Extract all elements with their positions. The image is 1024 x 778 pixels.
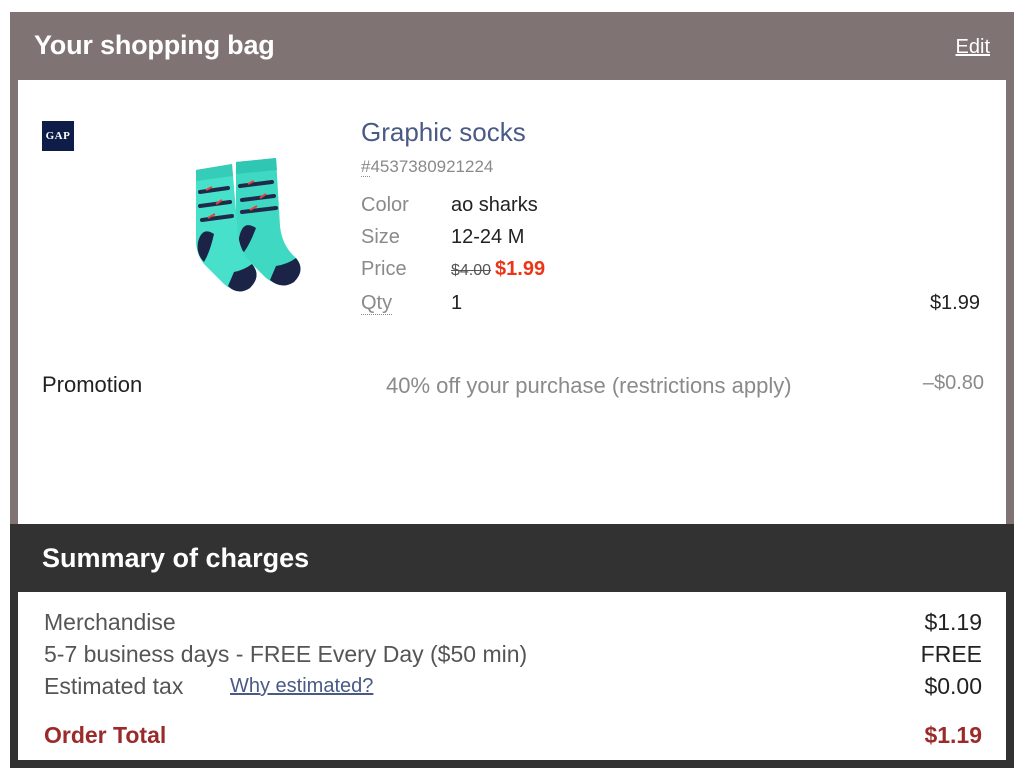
price-value: $4.00 $1.99: [451, 258, 545, 281]
order-total-value: $1.19: [924, 722, 982, 748]
promotion-description: 40% off your purchase (restrictions appl…: [386, 373, 792, 398]
qty-label-wrap: Qty: [361, 292, 393, 315]
bag-item-card: GAP Graphic socks #4537380921224 Color a…: [18, 80, 1006, 524]
gap-logo: GAP: [42, 121, 74, 151]
summary-body: Merchandise $1.19 5-7 business days - FR…: [18, 592, 1006, 760]
why-estimated-link[interactable]: Why estimated?: [230, 675, 373, 698]
color-label: Color: [361, 194, 409, 216]
qty-value: 1: [451, 292, 463, 314]
size-value: 12-24 M: [451, 226, 525, 248]
shopping-bag-title: Your shopping bag: [34, 30, 275, 60]
product-name[interactable]: Graphic socks: [361, 117, 526, 148]
tax-label: Estimated tax: [44, 673, 184, 699]
summary-panel: Summary of charges Merchandise $1.19 5-7…: [10, 524, 1014, 768]
merchandise-label: Merchandise: [44, 609, 176, 635]
order-total-row: Order Total $1.19: [44, 722, 982, 752]
item-line-total: $1.99: [929, 292, 980, 314]
shipping-row: 5-7 business days - FREE Every Day ($50 …: [44, 641, 982, 671]
shopping-bag-panel: Your shopping bag Edit GAP Graphic socks…: [10, 12, 1014, 524]
qty-label: Qty: [361, 292, 393, 315]
tax-value: $0.00: [924, 673, 982, 699]
shopping-bag-header: Your shopping bag Edit: [10, 12, 1014, 80]
sale-price: $1.99: [495, 258, 546, 280]
color-value: ao sharks: [451, 194, 538, 216]
summary-title: Summary of charges: [42, 543, 310, 573]
original-price: $4.00: [451, 262, 492, 279]
price-label: Price: [361, 258, 407, 280]
product-sku: #4537380921224: [361, 157, 493, 177]
edit-bag-link[interactable]: Edit: [956, 36, 990, 59]
merchandise-value: $1.19: [924, 609, 982, 635]
shark-socks-image[interactable]: [178, 148, 308, 308]
promotion-label: Promotion: [42, 372, 143, 397]
order-total-label: Order Total: [44, 722, 167, 748]
tax-row: Estimated tax Why estimated? $0.00: [44, 673, 982, 703]
shipping-value: FREE: [920, 641, 982, 667]
shipping-label: 5-7 business days - FREE Every Day ($50 …: [44, 641, 528, 667]
size-label: Size: [361, 226, 400, 248]
merchandise-row: Merchandise $1.19: [44, 609, 982, 639]
sku-number: 4537380921224: [370, 157, 494, 176]
promotion-amount: –$0.80: [922, 372, 984, 394]
